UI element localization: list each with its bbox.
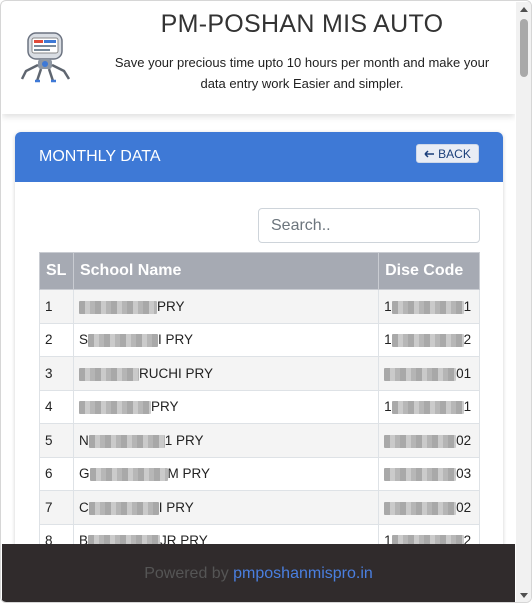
table-row[interactable]: 5N 1 PRY 02	[39, 423, 480, 458]
redacted-block	[391, 334, 464, 348]
footer-link[interactable]: pmposhanmispro.in	[233, 565, 373, 582]
column-header-sl[interactable]: SL	[39, 252, 74, 290]
page-subtitle: Save your precious time upto 10 hours pe…	[114, 55, 490, 91]
dise-code-suffix: 1	[463, 298, 472, 314]
table-header-row: SL School Name Dise Code	[39, 252, 480, 290]
school-name-suffix: I PRY	[158, 332, 194, 348]
cell-school-name: N 1 PRY	[72, 423, 380, 458]
school-name-suffix: PRY	[156, 298, 185, 314]
scroll-up-arrow-icon[interactable]	[520, 7, 528, 12]
school-name-suffix: PRY	[150, 399, 179, 415]
cell-sl: 3	[39, 356, 74, 391]
robot-icon	[20, 32, 71, 83]
redacted-block	[89, 468, 168, 482]
dise-code-suffix: 02	[456, 432, 472, 448]
school-name-prefix: N	[78, 432, 89, 448]
redacted-block	[384, 501, 457, 515]
page-title: PM-POSHAN MIS AUTO	[160, 10, 444, 38]
dise-code-prefix: 1	[384, 399, 392, 415]
redacted-block	[78, 401, 151, 415]
cell-school-name: PRY	[72, 389, 380, 424]
dise-code-prefix: 1	[384, 298, 392, 314]
table-row[interactable]: 7C I PRY 02	[39, 490, 480, 525]
redacted-block	[88, 501, 159, 515]
table-row[interactable]: 6G M PRY 03	[39, 456, 480, 491]
page-viewport: PM-POSHAN MIS AUTO Save your precious ti…	[2, 2, 515, 602]
cell-dise-code: 01	[378, 356, 480, 391]
monthly-data-card: MONTHLY DATA BACK SL School Name Dise Co…	[15, 132, 503, 602]
card-title: MONTHLY DATA	[39, 148, 161, 165]
dise-code-suffix: 02	[456, 499, 472, 515]
cell-sl: 2	[39, 322, 74, 357]
cell-sl: 5	[39, 423, 74, 458]
footer-text: Powered by	[144, 565, 229, 582]
browser-frame: PM-POSHAN MIS AUTO Save your precious ti…	[0, 0, 532, 603]
table-row[interactable]: 1 PRY 1 1	[39, 289, 480, 324]
school-name-suffix: I PRY	[158, 499, 194, 515]
scroll-down-arrow-icon[interactable]	[520, 593, 528, 598]
dise-code-suffix: 1	[463, 399, 472, 415]
redacted-block	[391, 401, 464, 415]
dise-code-suffix: 01	[456, 365, 472, 381]
dise-code-prefix: 1	[384, 332, 392, 348]
cell-school-name: RUCHI PRY	[72, 356, 380, 391]
cell-school-name: S I PRY	[72, 322, 380, 357]
redacted-block	[384, 434, 457, 448]
redacted-block	[384, 468, 457, 482]
school-name-suffix: 1 PRY	[164, 432, 204, 448]
school-name-suffix: M PRY	[167, 466, 211, 482]
dise-code-suffix: 03	[456, 466, 472, 482]
table-row[interactable]: 2SI PRY 1 2	[39, 322, 480, 357]
column-header-school-name[interactable]: School Name	[72, 252, 380, 290]
redacted-block	[384, 367, 457, 381]
redacted-block	[78, 300, 157, 314]
cell-sl: 1	[39, 289, 74, 324]
back-button-label: BACK	[438, 146, 471, 161]
column-header-dise-code[interactable]: Dise Code	[378, 252, 480, 290]
card-header: MONTHLY DATA BACK	[15, 132, 503, 182]
cell-school-name: C I PRY	[72, 490, 380, 525]
school-name-prefix: G	[78, 466, 90, 482]
school-name-suffix: RUCHI PRY	[138, 365, 213, 381]
redacted-block	[88, 334, 158, 348]
cell-dise-code: 11	[378, 389, 480, 424]
search-input[interactable]	[258, 208, 480, 243]
scrollbar-thumb[interactable]	[520, 19, 528, 77]
cell-sl: 7	[39, 490, 74, 525]
school-name-prefix: C	[78, 499, 89, 515]
redacted-block	[78, 367, 139, 381]
cell-dise-code: 02	[378, 490, 480, 525]
site-header: PM-POSHAN MIS AUTO Save your precious ti…	[2, 2, 515, 114]
vertical-scrollbar[interactable]	[516, 2, 531, 602]
redacted-block	[391, 300, 464, 314]
table-row[interactable]: 3 RUCHI PRY 01	[39, 356, 480, 391]
school-name-prefix: S	[78, 332, 88, 348]
school-table: SL School Name Dise Code 1 PRY 1 1 2 S I PRY 1 2…	[39, 252, 480, 558]
cell-sl: 6	[39, 456, 74, 491]
redacted-block	[88, 434, 165, 448]
cell-sl: 4	[39, 389, 74, 424]
table-row[interactable]: 4 PRY 1 1	[39, 389, 480, 424]
arrow-left-icon	[424, 149, 435, 158]
back-button[interactable]: BACK	[416, 144, 479, 163]
dise-code-suffix: 2	[463, 332, 472, 348]
cell-dise-code: 11	[378, 289, 480, 324]
site-footer: Powered by pmposhanmispro.in	[2, 544, 515, 602]
cell-school-name: PRY	[72, 289, 380, 324]
cell-dise-code: 02	[378, 423, 480, 458]
cell-dise-code: 12	[378, 322, 480, 357]
cell-dise-code: 03	[378, 456, 480, 491]
cell-school-name: G M PRY	[72, 456, 380, 491]
